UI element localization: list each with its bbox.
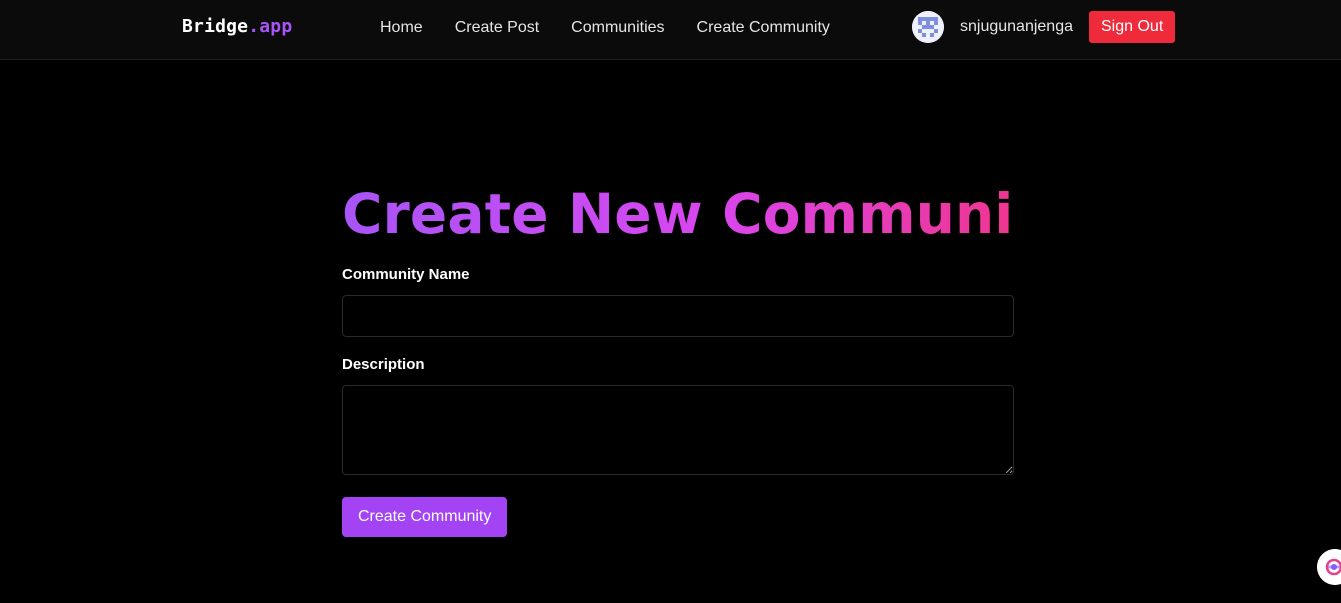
- logo-text-main: Bridge: [182, 16, 249, 37]
- top-navbar: Bridge.app Home Create Post Communities …: [0, 0, 1341, 60]
- assistant-widget-button[interactable]: [1317, 549, 1341, 585]
- sign-out-button[interactable]: Sign Out: [1089, 11, 1176, 43]
- description-textarea[interactable]: [342, 385, 1014, 475]
- identicon-avatar-icon: [912, 11, 944, 43]
- logo-text-suffix: .app: [248, 16, 293, 37]
- app-logo[interactable]: Bridge.app: [182, 16, 292, 38]
- create-community-form: Create New Community Community Name Desc…: [342, 180, 1077, 537]
- avatar[interactable]: [912, 11, 944, 43]
- community-name-input[interactable]: [342, 295, 1014, 337]
- nav-link-communities[interactable]: Communities: [571, 18, 664, 38]
- description-label: Description: [342, 356, 425, 373]
- page-title: Create New Community: [342, 182, 1077, 246]
- user-menu: snjugunanjenga Sign Out: [912, 11, 1176, 43]
- main-nav: Home Create Post Communities Create Comm…: [380, 18, 830, 38]
- assistant-widget-icon: [1317, 549, 1341, 585]
- nav-link-home[interactable]: Home: [380, 18, 423, 38]
- username-label: snjugunanjenga: [960, 18, 1073, 35]
- nav-link-create-community[interactable]: Create Community: [697, 18, 830, 38]
- nav-link-create-post[interactable]: Create Post: [455, 18, 539, 38]
- community-name-label: Community Name: [342, 266, 470, 283]
- create-community-button[interactable]: Create Community: [342, 497, 508, 537]
